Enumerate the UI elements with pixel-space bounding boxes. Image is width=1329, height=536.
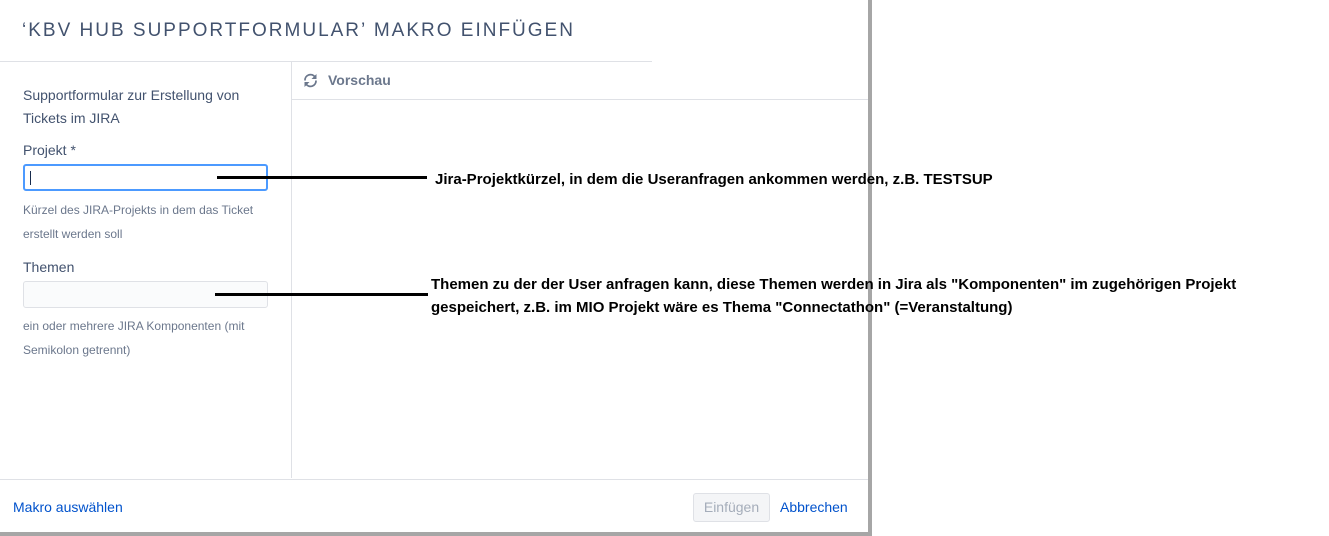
topics-annotation-line2: gespeichert, z.B. im MIO Projekt wäre es… <box>431 299 1013 316</box>
cancel-button[interactable]: Abbrechen <box>780 499 848 515</box>
project-label: Projekt * <box>23 142 76 158</box>
topics-annotation-line <box>215 293 428 296</box>
topics-help-text: ein oder mehrere JIRA Komponenten (mit S… <box>23 319 245 357</box>
select-macro-link[interactable]: Makro auswählen <box>13 499 123 515</box>
parameter-panel: Supportformular zur Erstellung von Ticke… <box>0 62 292 478</box>
refresh-icon[interactable] <box>302 72 319 89</box>
preview-bar: Vorschau <box>292 62 868 100</box>
dialog-title: ‘KBV HUB SUPPORTFORMULAR’ MAKRO EINFÜGEN <box>22 20 575 41</box>
project-annotation-text: Jira-Projektkürzel, in dem die Useranfra… <box>435 171 993 188</box>
macro-dialog: ‘KBV HUB SUPPORTFORMULAR’ MAKRO EINFÜGEN… <box>0 0 872 536</box>
topics-label: Themen <box>23 259 75 275</box>
dialog-header: ‘KBV HUB SUPPORTFORMULAR’ MAKRO EINFÜGEN <box>0 0 652 62</box>
topics-annotation-line1: Themen zu der der User anfragen kann, di… <box>431 276 1237 293</box>
dialog-footer: Makro auswählen Einfügen Abbrechen <box>0 479 868 533</box>
text-caret <box>30 171 31 185</box>
insert-button[interactable]: Einfügen <box>693 493 770 522</box>
project-annotation-line <box>217 176 427 179</box>
macro-description: Supportformular zur Erstellung von Ticke… <box>23 87 240 126</box>
preview-label: Vorschau <box>328 72 391 88</box>
project-help-text: Kürzel des JIRA-Projekts in dem das Tick… <box>23 203 254 241</box>
